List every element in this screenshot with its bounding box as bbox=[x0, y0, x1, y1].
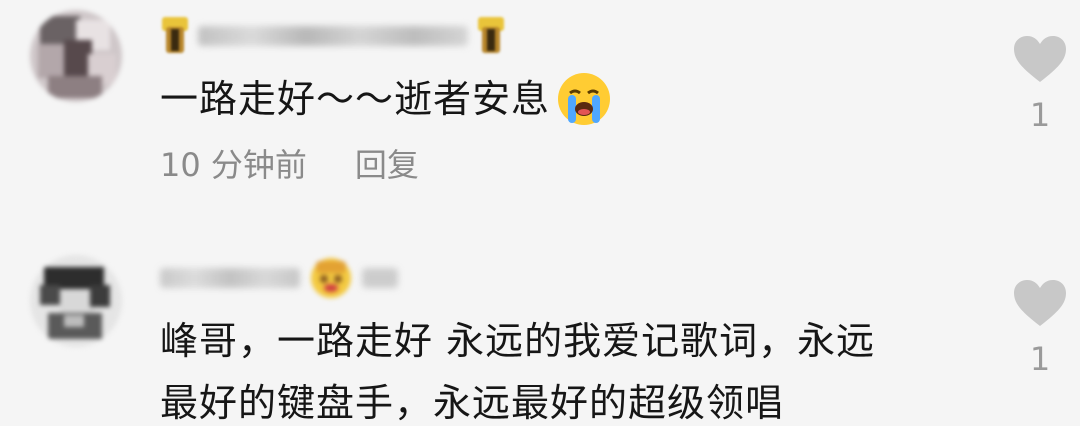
like-button[interactable]: 1 bbox=[1010, 278, 1070, 378]
loudly-crying-face-icon bbox=[558, 73, 611, 125]
comment-text: 峰哥，一路走好 永远的我爱记歌词，永远 最好的键盘手，永远最好的超级领唱 bbox=[160, 310, 960, 426]
comment-meta: 10 分钟前 回复 bbox=[160, 140, 419, 186]
comment-body-line: 峰哥，一路走好 永远的我爱记歌词，永远 bbox=[160, 319, 876, 363]
avatar[interactable] bbox=[30, 255, 122, 347]
blurred-username bbox=[160, 268, 300, 288]
badge-icon bbox=[478, 17, 504, 53]
comment-body: 一路走好～～逝者安息 bbox=[160, 77, 551, 121]
comment-item: 峰哥，一路走好 永远的我爱记歌词，永远 最好的键盘手，永远最好的超级领唱 1 bbox=[0, 236, 1080, 426]
comment-list: 一路走好～～逝者安息 10 分钟前 回复 1 峰哥，一路走好 永远的我爱记歌词，… bbox=[0, 0, 1080, 426]
comment-time: 10 分钟前 bbox=[160, 146, 307, 184]
like-count: 1 bbox=[1029, 340, 1051, 378]
avatar[interactable] bbox=[30, 10, 122, 102]
like-count: 1 bbox=[1029, 96, 1051, 134]
badge-icon bbox=[162, 17, 188, 53]
comment-body-line: 最好的键盘手，永远最好的超级领唱 bbox=[160, 381, 785, 425]
username[interactable] bbox=[160, 256, 398, 300]
username[interactable] bbox=[160, 14, 506, 58]
heart-icon bbox=[1014, 280, 1066, 326]
blurred-username bbox=[198, 26, 468, 46]
emoji-icon bbox=[311, 258, 351, 298]
reply-button[interactable]: 回复 bbox=[355, 140, 419, 186]
heart-icon bbox=[1014, 36, 1066, 82]
comment-item: 一路走好～～逝者安息 10 分钟前 回复 1 bbox=[0, 0, 1080, 210]
like-button[interactable]: 1 bbox=[1010, 34, 1070, 134]
blurred-username-suffix bbox=[362, 268, 398, 288]
comment-text: 一路走好～～逝者安息 bbox=[160, 68, 612, 130]
